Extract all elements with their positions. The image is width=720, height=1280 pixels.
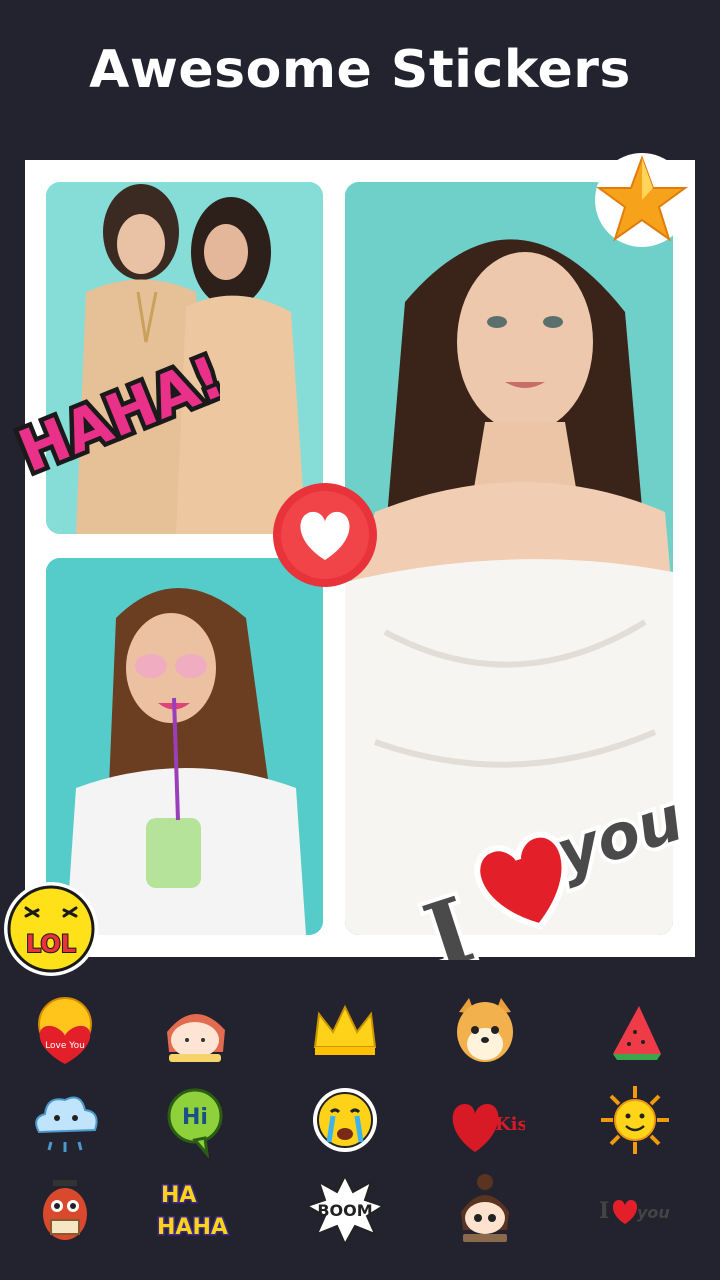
sticker-hi-bubble[interactable]: Hi	[150, 1080, 240, 1160]
love-you-emoji-icon: Love You	[38, 997, 92, 1064]
lol-emoji-sticker[interactable]: LOL	[2, 880, 100, 978]
svg-text:HA: HA	[161, 1183, 196, 1208]
owl-icon	[43, 1180, 87, 1240]
sticker-cute-girl[interactable]	[440, 1170, 530, 1250]
sticker-boom[interactable]: BOOM	[300, 1170, 390, 1250]
cute-girl-icon	[461, 1174, 509, 1242]
hi-bubble-icon: Hi	[167, 1088, 223, 1158]
sticker-crown[interactable]	[300, 990, 390, 1070]
sticker-kiss[interactable]: Kiss	[440, 1080, 530, 1160]
i-love-you-sticker[interactable]: I you	[400, 760, 700, 994]
sticker-love-you-emoji[interactable]: Love You	[20, 990, 110, 1070]
svg-text:HAHA: HAHA	[157, 1215, 228, 1240]
doge-icon	[457, 998, 513, 1062]
heart-icon	[273, 483, 377, 587]
lol-sticker-text: LOL	[26, 930, 76, 958]
sticker-i-love-you[interactable]: I you	[590, 1170, 680, 1250]
kiss-icon: Kiss	[452, 1104, 525, 1152]
haha-sticker[interactable]: HAHA!	[0, 330, 237, 490]
haha-text-icon: HA HAHA	[156, 1182, 230, 1242]
boom-icon: BOOM	[305, 1173, 385, 1247]
svg-text:Hi: Hi	[182, 1105, 208, 1130]
watermelon-icon	[613, 1006, 661, 1060]
sticker-haha-text[interactable]: HA HAHA	[150, 1170, 240, 1250]
sticker-watermelon[interactable]	[590, 990, 680, 1070]
svg-text:you: you	[637, 1203, 670, 1222]
sticker-tray: Love You Hi Kis HA HAHA BOOM I you	[0, 990, 720, 1280]
i-love-you-you-text: you	[548, 781, 691, 890]
svg-text:Love You: Love You	[45, 1041, 85, 1051]
girl-face-icon	[167, 1013, 225, 1062]
svg-text:I: I	[599, 1198, 609, 1224]
sticker-sun[interactable]	[590, 1080, 680, 1160]
sun-icon	[601, 1086, 669, 1154]
crown-icon	[313, 1004, 377, 1055]
heart-button-sticker[interactable]	[270, 480, 380, 590]
sticker-doge[interactable]	[440, 990, 530, 1070]
star-icon	[595, 153, 689, 247]
lol-emoji-icon: LOL	[4, 882, 98, 976]
haha-sticker-text: HAHA!	[9, 343, 220, 486]
woman-drink-image	[46, 558, 323, 935]
svg-text:BOOM: BOOM	[317, 1201, 372, 1220]
i-love-you-i-text: I	[413, 877, 486, 960]
crying-emoji-icon	[313, 1088, 377, 1152]
sticker-crying-emoji[interactable]	[300, 1080, 390, 1160]
sticker-cloud[interactable]	[20, 1080, 110, 1160]
collage-photo-woman-drink[interactable]	[46, 558, 323, 935]
star-sticker[interactable]	[592, 150, 692, 250]
sticker-girl-face[interactable]	[150, 990, 240, 1070]
page-title: Awesome Stickers	[89, 40, 631, 100]
svg-text:Kiss: Kiss	[495, 1114, 525, 1135]
cloud-icon	[35, 1096, 98, 1152]
sticker-owl[interactable]	[20, 1170, 110, 1250]
i-love-you-icon: I you	[599, 1198, 670, 1224]
